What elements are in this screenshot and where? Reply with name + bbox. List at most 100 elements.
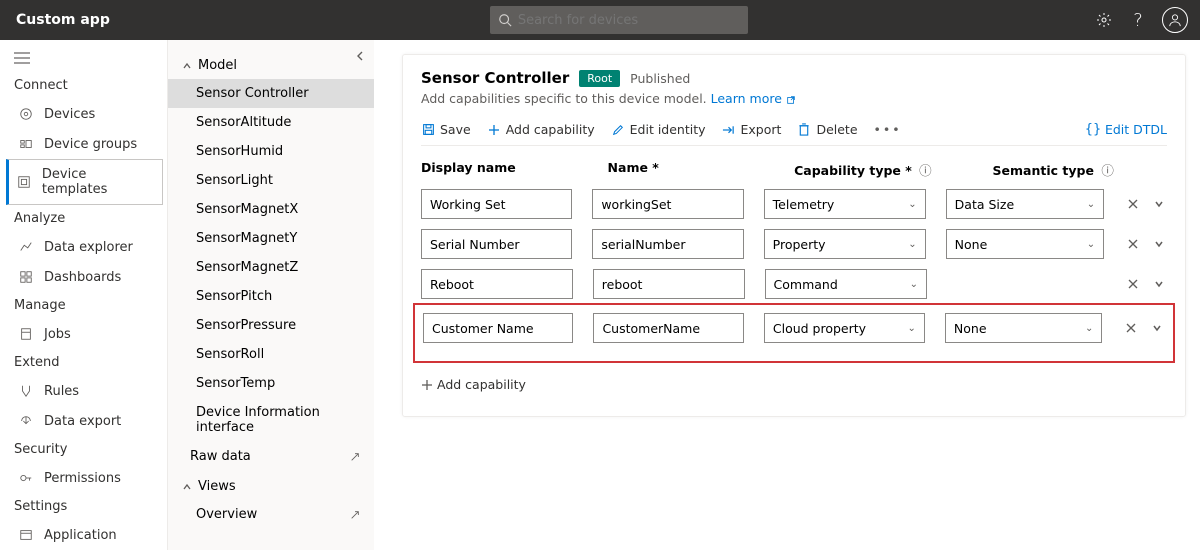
nav-item-device-templates[interactable]: Device templates — [6, 159, 163, 205]
tree-item[interactable]: Sensor Controller — [168, 79, 374, 108]
tree-item[interactable]: SensorLight — [168, 166, 374, 195]
nav-section-extend: Extend — [0, 349, 167, 376]
capability-type-select[interactable]: Telemetry⌄ — [764, 189, 926, 219]
chevron-up-icon — [182, 61, 192, 71]
chevron-up-icon — [182, 482, 192, 492]
delete-button[interactable]: Delete — [797, 122, 857, 137]
name-input[interactable] — [593, 313, 743, 343]
nav-section-settings: Settings — [0, 493, 167, 520]
collapse-panel-icon[interactable] — [354, 50, 366, 62]
tree-item[interactable]: SensorRoll — [168, 340, 374, 369]
tree-item[interactable]: SensorMagnetX — [168, 195, 374, 224]
edit-identity-button[interactable]: Edit identity — [611, 122, 706, 137]
nav-item-dashboards[interactable]: Dashboards — [0, 262, 167, 292]
nav-section-analyze: Analyze — [0, 205, 167, 232]
more-button[interactable]: ••• — [874, 122, 902, 137]
dashboards-icon — [18, 269, 34, 285]
save-button[interactable]: Save — [421, 122, 471, 137]
nav-section-manage: Manage — [0, 292, 167, 319]
nav-item-device-groups[interactable]: Device groups — [0, 129, 167, 159]
name-input[interactable] — [593, 269, 745, 299]
info-icon[interactable]: ⓘ — [1101, 163, 1114, 178]
tree-overview[interactable]: Overview — [168, 500, 374, 529]
tree-item[interactable]: SensorAltitude — [168, 108, 374, 137]
templates-icon — [17, 174, 32, 190]
tree-item[interactable]: SensorTemp — [168, 369, 374, 398]
tree-item[interactable]: SensorPressure — [168, 311, 374, 340]
semantic-type-select[interactable]: Data Size⌄ — [946, 189, 1104, 219]
name-input[interactable] — [592, 189, 743, 219]
published-label: Published — [630, 71, 690, 86]
col-name: Name * — [608, 160, 775, 179]
learn-more-link[interactable]: Learn more — [711, 91, 796, 106]
tree-item[interactable]: SensorMagnetZ — [168, 253, 374, 282]
semantic-type-select[interactable]: None⌄ — [945, 313, 1103, 343]
edit-dtdl-button[interactable]: {} Edit DTDL — [1086, 122, 1167, 137]
remove-row-icon[interactable] — [1127, 198, 1139, 210]
nav-item-data-export[interactable]: Data export — [0, 406, 167, 436]
capability-row: Property⌄ None⌄ — [421, 229, 1167, 259]
display-name-input[interactable] — [423, 313, 573, 343]
chevron-down-icon: ⌄ — [908, 323, 916, 334]
tree-model-header[interactable]: Model — [168, 50, 374, 79]
tree-item[interactable]: SensorPitch — [168, 282, 374, 311]
menu-toggle-icon[interactable] — [0, 48, 167, 72]
export-button[interactable]: Export — [722, 122, 782, 137]
capability-row: Cloud property⌄ None⌄ — [413, 303, 1175, 363]
remove-row-icon[interactable] — [1127, 238, 1139, 250]
application-icon — [18, 527, 34, 543]
nav-item-rules[interactable]: Rules — [0, 376, 167, 406]
subtitle: Add capabilities specific to this device… — [421, 91, 1167, 106]
semantic-type-select[interactable]: None⌄ — [946, 229, 1104, 259]
groups-icon — [18, 136, 34, 152]
search-icon — [498, 13, 512, 27]
remove-row-icon[interactable] — [1127, 278, 1139, 290]
gear-icon[interactable] — [1094, 10, 1114, 30]
help-icon[interactable]: ? — [1128, 10, 1148, 30]
search-input[interactable] — [518, 13, 740, 28]
info-icon[interactable]: ⓘ — [919, 163, 932, 178]
root-badge: Root — [579, 70, 620, 87]
expand-icon — [350, 510, 360, 520]
rules-icon — [18, 383, 34, 399]
display-name-input[interactable] — [421, 269, 573, 299]
braces-icon: {} — [1086, 123, 1100, 137]
name-input[interactable] — [592, 229, 743, 259]
export-icon — [18, 413, 34, 429]
col-capability-type: Capability type * ⓘ — [794, 160, 972, 179]
nav-section-security: Security — [0, 436, 167, 463]
explorer-icon — [18, 239, 34, 255]
external-link-icon — [786, 95, 796, 105]
export-arrow-icon — [722, 123, 736, 137]
nav-item-jobs[interactable]: Jobs — [0, 319, 167, 349]
display-name-input[interactable] — [421, 229, 572, 259]
display-name-input[interactable] — [421, 189, 572, 219]
nav-item-devices[interactable]: Devices — [0, 99, 167, 129]
nav-item-application[interactable]: Application — [0, 520, 167, 550]
nav-item-permissions[interactable]: Permissions — [0, 463, 167, 493]
nav-section-connect: Connect — [0, 72, 167, 99]
tree-item[interactable]: SensorHumid — [168, 137, 374, 166]
jobs-icon — [18, 326, 34, 342]
capability-row: Command⌄ — [421, 269, 1167, 299]
expand-row-icon[interactable] — [1153, 198, 1165, 210]
nav-item-data-explorer[interactable]: Data explorer — [0, 232, 167, 262]
tree-raw-data[interactable]: Raw data — [168, 442, 374, 471]
expand-row-icon[interactable] — [1153, 238, 1165, 250]
tree-views-header[interactable]: Views — [168, 471, 374, 500]
search-box[interactable] — [490, 6, 748, 34]
account-icon[interactable] — [1162, 7, 1188, 33]
capability-type-select[interactable]: Property⌄ — [764, 229, 926, 259]
add-capability-row[interactable]: Add capability — [421, 377, 1167, 392]
save-icon — [421, 123, 435, 137]
remove-row-icon[interactable] — [1125, 322, 1137, 334]
add-capability-button[interactable]: Add capability — [487, 122, 595, 137]
expand-row-icon[interactable] — [1153, 278, 1165, 290]
tree-item[interactable]: SensorMagnetY — [168, 224, 374, 253]
expand-row-icon[interactable] — [1151, 322, 1163, 334]
capability-type-select[interactable]: Cloud property⌄ — [764, 313, 925, 343]
chevron-down-icon: ⌄ — [1085, 323, 1093, 334]
permissions-icon — [18, 470, 34, 486]
tree-item[interactable]: Device Information interface — [168, 398, 374, 442]
capability-type-select[interactable]: Command⌄ — [765, 269, 927, 299]
